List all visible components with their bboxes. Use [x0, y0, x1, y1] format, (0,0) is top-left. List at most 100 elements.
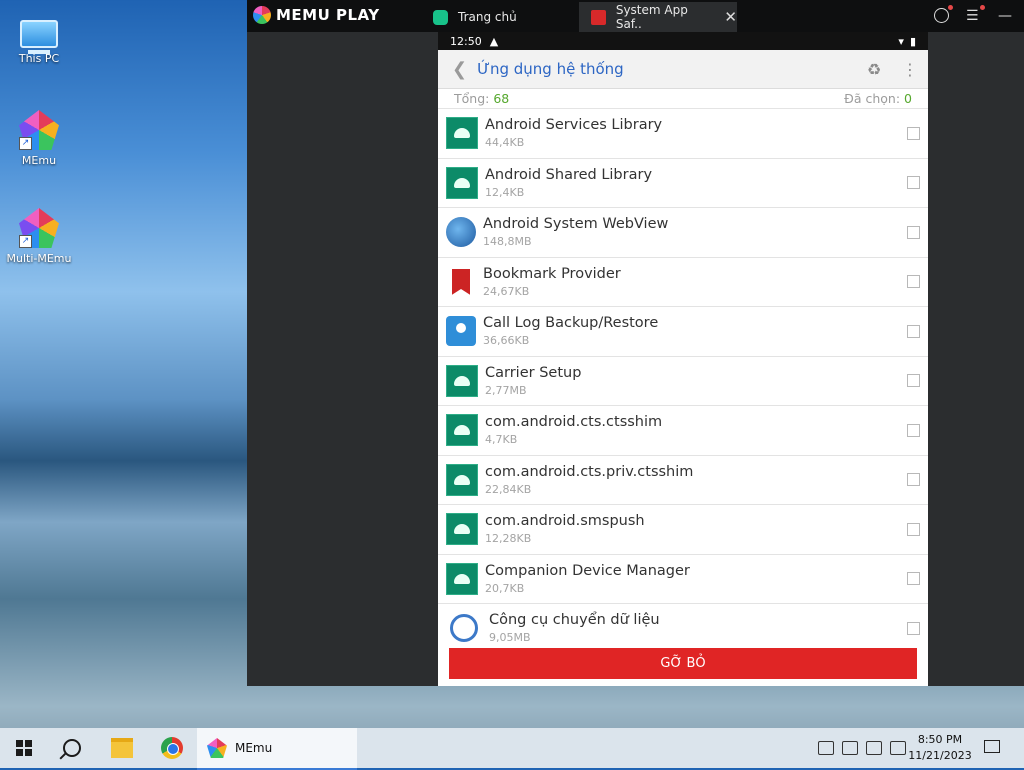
app-list-item[interactable]: Carrier Setup 2,77MB	[438, 357, 928, 406]
back-arrow-icon[interactable]: ❮	[452, 59, 467, 80]
android-icon	[446, 463, 478, 496]
search-button[interactable]	[50, 728, 94, 768]
select-checkbox[interactable]	[907, 225, 920, 239]
app-name: com.android.smspush	[485, 513, 645, 530]
notification-center-icon[interactable]	[984, 740, 1000, 753]
app-list-item[interactable]: Công cụ chuyển dữ liệu 9,05MB	[438, 604, 928, 653]
contact-card-icon	[446, 316, 476, 347]
memu-logo: MEMU PLAY	[253, 6, 380, 24]
selected-count: 0	[904, 91, 912, 106]
chrome-icon	[161, 737, 183, 759]
app-list-item[interactable]: com.android.cts.ctsshim 4,7KB	[438, 406, 928, 456]
desktop-icon-this-pc[interactable]: This PC	[6, 12, 72, 65]
tab-label: Trang chủ	[458, 10, 517, 24]
total-count: 68	[493, 91, 510, 106]
selected-label: Đã chọn:	[844, 91, 901, 106]
close-icon[interactable]: ✕	[724, 8, 737, 26]
app-name: Companion Device Manager	[485, 562, 690, 579]
app-size: 12,4KB	[485, 185, 525, 199]
android-status-bar: 12:50 ▲ ▾ ▮	[438, 32, 928, 50]
system-tray	[814, 728, 910, 768]
clock-date: 11/21/2023	[908, 749, 972, 762]
select-checkbox[interactable]	[907, 572, 920, 586]
recycle-bin-icon[interactable]: ♻	[856, 60, 892, 79]
shortcut-arrow-icon: ↗	[19, 235, 32, 248]
select-checkbox[interactable]	[907, 522, 920, 536]
app-size: 44,4KB	[485, 136, 525, 150]
app-size: 4,7KB	[485, 433, 518, 447]
select-checkbox[interactable]	[907, 473, 920, 487]
windows-logo-icon	[16, 740, 32, 756]
app-list: Android Services Library 44,4KB Android S…	[438, 109, 928, 653]
memu-logo-icon	[253, 6, 271, 24]
select-checkbox[interactable]	[907, 176, 920, 190]
desktop-icon-memu[interactable]: ↗ MEmu	[6, 110, 72, 167]
search-icon	[63, 739, 81, 757]
taskbar-clock[interactable]: 8:50 PM 11/21/2023	[902, 732, 978, 764]
system-app-icon	[591, 9, 606, 25]
app-list-item[interactable]: Android System WebView 148,8MB	[438, 208, 928, 258]
windows-taskbar: MEmu 8:50 PM 11/21/2023	[0, 728, 1024, 770]
tab-home[interactable]: Trang chủ	[427, 2, 577, 32]
user-account-button[interactable]	[934, 5, 953, 24]
app-name: Carrier Setup	[485, 364, 582, 381]
app-list-item[interactable]: Call Log Backup/Restore 36,66KB	[438, 307, 928, 357]
android-icon	[446, 513, 478, 546]
select-checkbox[interactable]	[907, 324, 920, 338]
app-list-item[interactable]: com.android.smspush 12,28KB	[438, 505, 928, 555]
security-shield-icon[interactable]	[842, 741, 858, 755]
select-checkbox[interactable]	[907, 374, 920, 388]
app-list-item[interactable]: Android Services Library 44,4KB	[438, 109, 928, 159]
select-checkbox[interactable]	[907, 621, 920, 635]
app-name: Android Services Library	[485, 117, 663, 134]
app-size: 12,28KB	[485, 532, 532, 546]
minimize-button[interactable]: —	[998, 8, 1014, 24]
app-size: 148,8MB	[483, 235, 532, 249]
app-name: Bookmark Provider	[483, 265, 621, 282]
app-size: 36,66KB	[483, 334, 530, 348]
android-icon	[446, 364, 478, 397]
network-icon[interactable]	[866, 741, 882, 755]
desktop-icon-multi-memu[interactable]: ↗ Multi-MEmu	[6, 208, 72, 265]
android-screen: 12:50 ▲ ▾ ▮ ❮ Ứng dụng hệ thống ♻ ⋮ Tổng…	[438, 32, 928, 686]
app-size: 20,7KB	[485, 581, 525, 595]
app-name: Android System WebView	[483, 216, 669, 233]
memu-emulator-window: MEMU PLAY Trang chủ System App Saf.. ✕ ☰…	[247, 0, 1024, 686]
hamburger-icon: ☰	[966, 8, 979, 24]
select-checkbox[interactable]	[907, 126, 920, 140]
select-checkbox[interactable]	[907, 275, 920, 289]
status-time: 12:50	[450, 34, 482, 48]
start-button[interactable]	[0, 728, 48, 768]
menu-button[interactable]: ☰	[966, 5, 985, 24]
chrome-button[interactable]	[150, 728, 194, 768]
memu-brand-text: MEMU PLAY	[276, 6, 380, 24]
taskbar-memu-button[interactable]: MEmu	[197, 728, 357, 770]
shortcut-arrow-icon: ↗	[19, 137, 32, 150]
android-icon	[446, 414, 478, 447]
uninstall-button[interactable]: GỠ BỎ	[449, 648, 917, 679]
memu-app-icon	[207, 738, 227, 758]
desktop-icon-label: Multi-MEmu	[6, 252, 72, 265]
memu-tray-icon[interactable]	[818, 741, 834, 755]
file-explorer-button[interactable]	[100, 728, 144, 768]
warning-icon: ▲	[489, 34, 499, 48]
android-icon	[446, 166, 478, 199]
app-size: 22,84KB	[485, 482, 532, 496]
more-vert-icon[interactable]: ⋮	[892, 60, 928, 79]
app-size: 2,77MB	[485, 383, 527, 397]
page-title: Ứng dụng hệ thống	[477, 60, 624, 78]
app-list-item[interactable]: Companion Device Manager 20,7KB	[438, 555, 928, 604]
app-list-item[interactable]: Android Shared Library 12,4KB	[438, 159, 928, 208]
app-toolbar: ❮ Ứng dụng hệ thống ♻ ⋮	[438, 50, 928, 89]
user-icon	[934, 8, 949, 23]
selection-summary: Tổng: 68 Đã chọn: 0	[438, 89, 928, 109]
total-label: Tổng:	[454, 91, 490, 106]
app-list-item[interactable]: com.android.cts.priv.ctsshim 22,84KB	[438, 456, 928, 505]
app-list-item[interactable]: Bookmark Provider 24,67KB	[438, 258, 928, 307]
app-name: Android Shared Library	[485, 166, 653, 183]
taskbar-app-label: MEmu	[235, 741, 273, 755]
tab-system-app-safe[interactable]: System App Saf.. ✕	[579, 2, 737, 32]
memu-home-icon	[433, 9, 448, 25]
tab-label: System App Saf..	[615, 3, 688, 31]
select-checkbox[interactable]	[907, 423, 920, 437]
